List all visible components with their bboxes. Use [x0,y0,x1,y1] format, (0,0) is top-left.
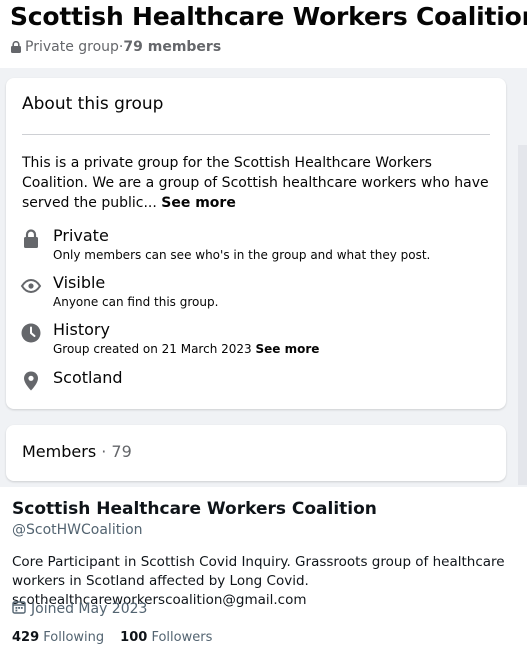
info-subtitle: Group created on 21 March 2023 See more [53,342,319,356]
info-subtitle: Only members can see who's in the group … [53,248,431,262]
info-title: History [53,320,110,339]
followers-count: 100 [120,630,148,645]
calendar-icon [12,600,31,618]
about-description: This is a private group for the Scottish… [22,153,492,213]
twitter-profile: Scottish Healthcare Workers Coalition @S… [0,487,527,653]
clock-icon [20,322,42,344]
divider [22,134,490,135]
eye-icon [20,275,42,297]
group-meta: Private group · 79 members [11,39,221,55]
lock-icon [11,40,21,53]
about-heading: About this group [22,94,164,114]
info-subtitle: Anyone can find this group. [53,295,219,309]
following-label: Following [43,630,105,645]
history-see-more-link[interactable]: See more [255,342,319,356]
privacy-label: Private group [25,39,119,55]
about-card: About this group This is a private group… [6,78,506,409]
following-count: 429 [12,630,40,645]
side-column-edge [518,145,527,485]
location-pin-icon [20,370,42,392]
members-label: Members [22,442,97,461]
profile-handle: @ScotHWCoalition [12,522,143,538]
group-header: Scottish Healthcare Workers Coalition Pr… [0,0,527,68]
history-text: Group created on 21 March 2023 [53,342,252,356]
follow-stats: 429 Following 100 Followers [12,630,212,645]
about-description-text: This is a private group for the Scottish… [22,155,489,211]
followers-link[interactable]: 100 Followers [120,630,212,645]
info-title: Visible [53,273,106,292]
profile-name: Scottish Healthcare Workers Coalition [12,499,377,519]
followers-label: Followers [151,630,213,645]
members-count: 79 [111,442,132,461]
members-count-link[interactable]: 79 members [123,39,221,55]
see-more-link[interactable]: See more [161,195,236,211]
group-title[interactable]: Scottish Healthcare Workers Coalition [10,0,527,34]
profile-joined: Joined May 2023 [12,600,147,618]
lock-icon [20,228,42,250]
members-card[interactable]: Members · 79 [6,425,506,481]
info-title: Private [53,226,109,245]
location-title[interactable]: Scotland [53,368,123,387]
joined-date: Joined May 2023 [31,601,148,617]
following-link[interactable]: 429 Following [12,630,104,645]
members-heading: Members · 79 [22,442,132,461]
members-separator: · [96,442,112,461]
